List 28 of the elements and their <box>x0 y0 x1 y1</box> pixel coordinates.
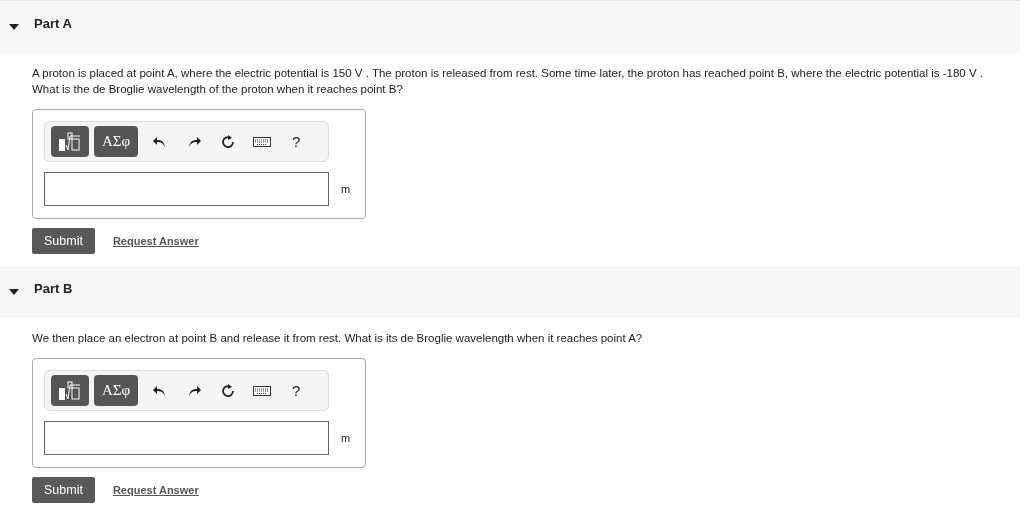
help-button[interactable]: ? <box>279 126 314 157</box>
templates-icon <box>59 131 81 152</box>
unit-label: m <box>341 183 352 195</box>
unit-label: m <box>341 432 352 444</box>
reset-icon <box>221 383 236 398</box>
question-text: We then place an electron at point B and release it from rest. What is its de Broglie wavelength when it reaches point A? <box>32 331 644 346</box>
part-title: Part A <box>34 15 72 31</box>
part-header[interactable]: Part B <box>0 266 1020 318</box>
answer-field[interactable] <box>44 172 329 206</box>
question-text: A proton is placed at point A, where the electric potential is 150 V . The proton is released from rest. Some time later, the proton has reached point B, where the electric potential is -180 V . What is the de Broglie wavelength of the proton when it reaches point B? <box>32 66 984 97</box>
part-header[interactable]: Part A <box>0 1 1020 53</box>
templates-button[interactable] <box>51 126 89 157</box>
part-title: Part B <box>34 280 73 296</box>
symbols-button[interactable]: ΑΣφ <box>94 375 139 406</box>
request-answer-link[interactable]: Request Answer <box>112 484 199 496</box>
symbols-button[interactable]: ΑΣφ <box>94 126 139 157</box>
templates-button[interactable] <box>51 375 89 406</box>
help-button[interactable]: ? <box>279 375 314 406</box>
answer-field[interactable] <box>44 421 329 455</box>
submit-button[interactable]: Submit <box>32 228 95 254</box>
redo-icon <box>187 383 202 398</box>
request-answer-link[interactable]: Request Answer <box>112 235 199 247</box>
submit-button[interactable]: Submit <box>32 477 95 503</box>
templates-icon <box>59 380 81 401</box>
reset-icon <box>221 134 236 149</box>
keyboard-icon <box>253 136 272 147</box>
keyboard-icon <box>253 385 272 396</box>
redo-icon <box>187 134 202 149</box>
